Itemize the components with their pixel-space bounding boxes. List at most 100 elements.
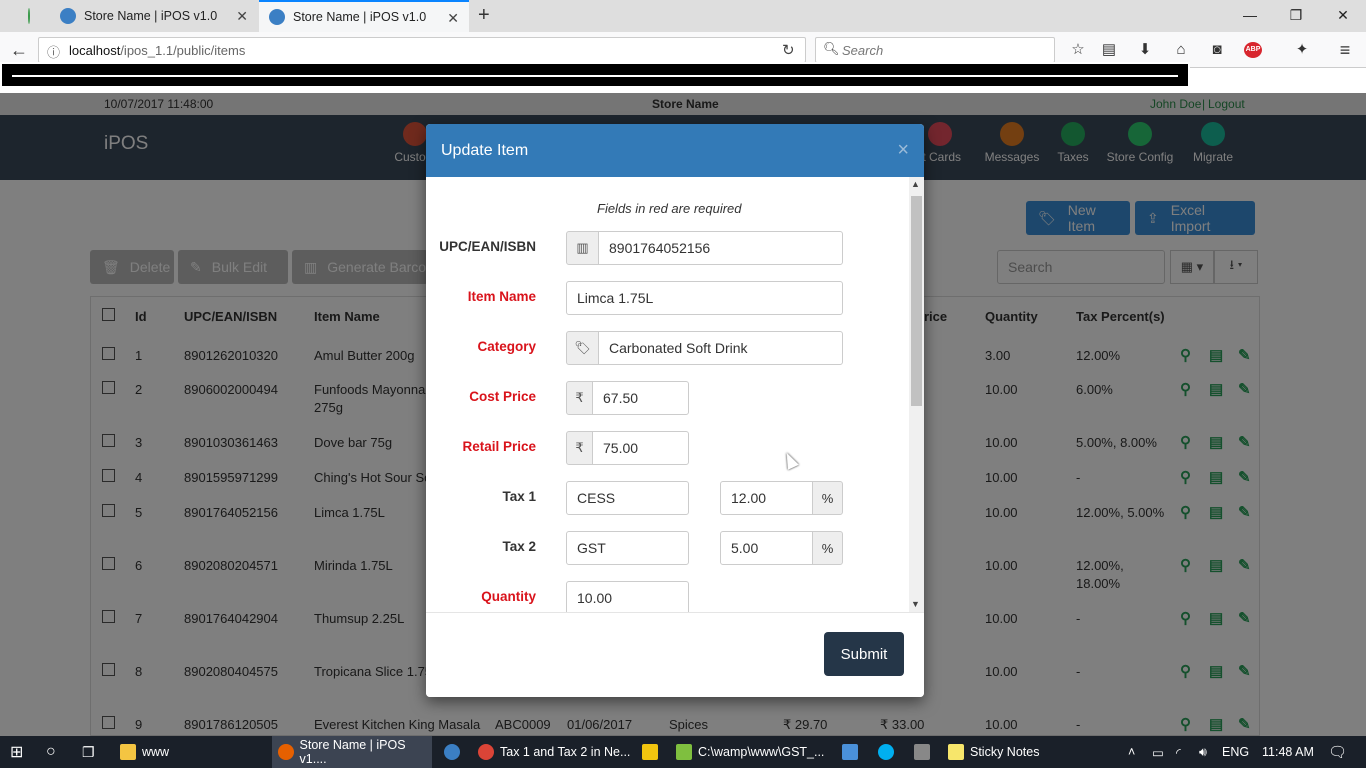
app-icon bbox=[444, 744, 460, 760]
taskbar-item-chrome[interactable]: Tax 1 and Tax 2 in Ne... bbox=[472, 736, 632, 768]
tab-title: Store Name | iPOS v1.0 bbox=[84, 9, 218, 23]
adblock-icon[interactable]: ABP bbox=[1244, 42, 1262, 58]
taskbar-item-sticky-notes[interactable]: Sticky Notes bbox=[942, 736, 1092, 768]
extension-icon[interactable]: ✦ bbox=[1292, 40, 1312, 60]
app-icon bbox=[842, 744, 858, 760]
back-icon[interactable]: ← bbox=[10, 40, 28, 61]
editor-icon bbox=[676, 744, 692, 760]
tax2-label: Tax 2 bbox=[502, 539, 536, 554]
taskbar-label: C:\wamp\www\GST_... bbox=[698, 745, 825, 759]
reading-list-icon[interactable]: ▤ bbox=[1099, 40, 1119, 60]
menu-icon[interactable]: ≡ bbox=[1335, 40, 1355, 60]
percent-addon: % bbox=[812, 531, 843, 565]
upc-label: UPC/EAN/ISBN bbox=[439, 239, 536, 254]
item-name-value: Limca 1.75L bbox=[577, 290, 654, 306]
browser-tab-active[interactable]: Store Name | iPOS v1.0 ✕ bbox=[259, 0, 469, 32]
taskbar-app[interactable] bbox=[438, 736, 468, 768]
item-name-input[interactable]: Limca 1.75L bbox=[566, 281, 843, 315]
modal-header: Update Item bbox=[426, 124, 924, 177]
language-indicator[interactable]: ENG bbox=[1216, 736, 1252, 768]
rupee-icon: ₹ bbox=[566, 431, 593, 465]
quantity-row: Quantity 10.00 bbox=[426, 579, 909, 612]
wifi-icon[interactable]: ◜ bbox=[1170, 736, 1190, 768]
tax1-percent-value: 12.00 bbox=[731, 490, 767, 506]
quantity-label: Quantity bbox=[481, 589, 536, 604]
upc-value: 8901764052156 bbox=[609, 240, 711, 256]
taskbar-item-www[interactable]: www bbox=[114, 736, 268, 768]
volume-icon[interactable]: 🔊︎ bbox=[1193, 736, 1213, 768]
url-path: /ipos_1.1/public/items bbox=[120, 42, 246, 58]
bookmark-star-icon[interactable]: ☆ bbox=[1068, 40, 1088, 60]
retail-price-input[interactable]: 75.00 bbox=[592, 431, 689, 465]
retail-price-label: Retail Price bbox=[462, 439, 536, 454]
firefox-icon bbox=[278, 744, 294, 760]
clock[interactable]: 11:48 AM bbox=[1256, 736, 1320, 768]
show-hidden-icons-icon[interactable]: ˄ bbox=[1122, 736, 1142, 768]
download-icon[interactable]: ⬇ bbox=[1135, 40, 1155, 60]
sticky-notes-icon bbox=[948, 744, 964, 760]
url-bar[interactable]: ⓘ localhost/ipos_1.1/public/items bbox=[38, 37, 806, 63]
tax2-name-value: GST bbox=[577, 540, 606, 556]
start-icon[interactable]: ⊞ bbox=[4, 736, 40, 768]
quantity-input[interactable]: 10.00 bbox=[566, 581, 689, 612]
pocket-icon[interactable]: ◙ bbox=[1207, 40, 1227, 60]
tax2-name-input[interactable]: GST bbox=[566, 531, 689, 565]
modal-title: Update Item bbox=[441, 142, 529, 159]
chrome-icon bbox=[478, 744, 494, 760]
close-tab-icon[interactable]: ✕ bbox=[447, 10, 459, 27]
modal-scrollbar-thumb[interactable] bbox=[911, 196, 922, 406]
browser-tab[interactable]: Store Name | iPOS v1.0 ✕ bbox=[50, 0, 258, 32]
taskbar-item-editor[interactable]: C:\wamp\www\GST_... bbox=[670, 736, 830, 768]
cost-price-input[interactable]: 67.50 bbox=[592, 381, 689, 415]
home-icon[interactable]: ⌂ bbox=[1171, 40, 1191, 60]
folder-icon bbox=[120, 744, 136, 760]
app-icon bbox=[642, 744, 658, 760]
skype-icon bbox=[878, 744, 894, 760]
info-icon[interactable]: ⓘ bbox=[47, 42, 60, 61]
battery-icon[interactable]: ▭ bbox=[1146, 736, 1166, 768]
tax2-percent-input[interactable]: 5.00 bbox=[720, 531, 813, 565]
browser-tab-bar: Store Name | iPOS v1.0 ✕ Store Name | iP… bbox=[0, 0, 1366, 32]
percent-addon: % bbox=[812, 481, 843, 515]
taskbar-app[interactable] bbox=[908, 736, 938, 768]
ipos-favicon-icon bbox=[60, 8, 76, 24]
taskbar-label: Store Name | iPOS v1.... bbox=[299, 738, 406, 766]
submit-button[interactable]: Submit bbox=[824, 632, 904, 676]
barcode-icon: ▥ bbox=[566, 231, 599, 265]
close-window-icon[interactable]: ✕ bbox=[1320, 0, 1366, 30]
category-label: Category bbox=[477, 339, 536, 354]
cost-price-value: 67.50 bbox=[603, 390, 639, 406]
taskbar-label: Tax 1 and Tax 2 in Ne... bbox=[500, 745, 631, 759]
task-view-icon[interactable]: ❐ bbox=[76, 736, 106, 768]
category-value: Carbonated Soft Drink bbox=[609, 340, 748, 356]
tax1-label: Tax 1 bbox=[502, 489, 536, 504]
tab-title: Store Name | iPOS v1.0 bbox=[293, 10, 427, 24]
modal-close-icon[interactable]: × bbox=[897, 139, 909, 162]
taskbar-app[interactable] bbox=[872, 736, 902, 768]
taskbar-app[interactable] bbox=[836, 736, 866, 768]
item-name-label: Item Name bbox=[467, 289, 536, 304]
category-input[interactable]: Carbonated Soft Drink bbox=[598, 331, 843, 365]
retail-price-value: 75.00 bbox=[603, 440, 639, 456]
ipos-favicon-icon bbox=[269, 9, 285, 25]
new-tab-icon[interactable]: + bbox=[478, 4, 490, 27]
taskbar-app[interactable] bbox=[636, 736, 666, 768]
url-host: localhost bbox=[69, 42, 121, 58]
restore-icon[interactable]: ❐ bbox=[1273, 0, 1319, 30]
tax1-name-value: CESS bbox=[577, 490, 616, 506]
update-item-modal: Update Item × Fields in red are required… bbox=[426, 124, 924, 697]
browser-search-input[interactable]: 🔍︎ Search bbox=[815, 37, 1055, 63]
quantity-value: 10.00 bbox=[577, 590, 613, 606]
close-tab-icon[interactable]: ✕ bbox=[236, 8, 248, 25]
scroll-down-icon[interactable]: ▼ bbox=[911, 599, 920, 609]
upc-input[interactable]: 8901764052156 bbox=[598, 231, 843, 265]
cortana-icon[interactable]: ○ bbox=[40, 736, 70, 768]
minimize-icon[interactable]: — bbox=[1227, 0, 1273, 30]
scroll-up-icon[interactable]: ▲ bbox=[911, 179, 920, 189]
reload-icon[interactable]: ↻ bbox=[782, 41, 795, 59]
notifications-icon[interactable]: 🗨︎ bbox=[1322, 736, 1352, 768]
tax1-name-input[interactable]: CESS bbox=[566, 481, 689, 515]
tax1-percent-input[interactable]: 12.00 bbox=[720, 481, 813, 515]
browser-tab-pinned[interactable] bbox=[18, 0, 48, 32]
taskbar-item-firefox[interactable]: Store Name | iPOS v1.... bbox=[272, 736, 432, 768]
